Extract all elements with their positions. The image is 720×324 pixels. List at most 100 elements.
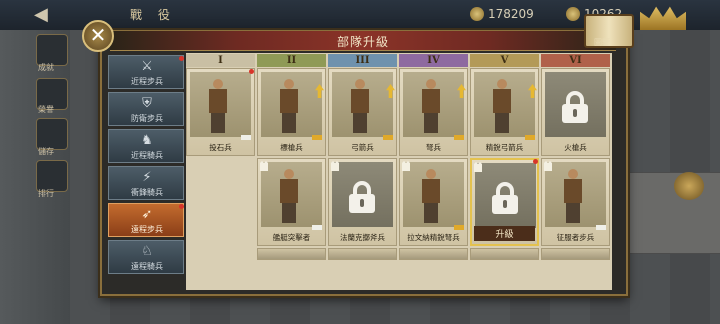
soldier-head bbox=[284, 79, 294, 89]
soldier-head bbox=[426, 169, 436, 179]
unit-card-partial[interactable] bbox=[257, 248, 326, 260]
gem-icon bbox=[566, 7, 580, 21]
side-label-honor: 榮譽 bbox=[38, 105, 54, 114]
panel-title: 部隊升級 bbox=[336, 35, 389, 49]
alert-dot bbox=[249, 69, 254, 74]
panel-header: 部隊升級 bbox=[110, 31, 616, 51]
soldier-legs bbox=[495, 113, 509, 133]
category-label: 遠程騎兵 bbox=[131, 262, 163, 271]
soldier-head bbox=[284, 169, 294, 179]
lock-body bbox=[349, 194, 375, 213]
soldier-legs bbox=[566, 203, 580, 223]
unit-card[interactable]: 征服者步兵 bbox=[541, 158, 610, 246]
unit-card[interactable]: 弩兵 bbox=[399, 68, 468, 156]
category-label: 防衛步兵 bbox=[131, 114, 163, 123]
rank-stars-icon bbox=[312, 225, 322, 230]
unit-card[interactable]: 投石兵 bbox=[186, 68, 255, 156]
soldier-head bbox=[213, 79, 223, 89]
unit-card-partial[interactable] bbox=[399, 248, 468, 260]
close-icon: ✕ bbox=[89, 23, 107, 47]
lock-body bbox=[562, 104, 588, 123]
encyclopedia-label: 圖鑒 bbox=[594, 38, 610, 47]
unit-name: 弓箭兵 bbox=[351, 143, 374, 152]
unit-card-partial[interactable] bbox=[328, 248, 397, 260]
soldier-body bbox=[209, 89, 227, 113]
lance-icon: ⚡ bbox=[142, 170, 152, 185]
lock-icon bbox=[349, 181, 375, 213]
unit-card[interactable]: 弓箭兵 bbox=[328, 68, 397, 156]
soldier-body bbox=[351, 89, 369, 113]
category-label: 近程步兵 bbox=[131, 77, 163, 86]
coin-icon bbox=[470, 7, 484, 21]
unit-name: 弩兵 bbox=[426, 143, 441, 152]
shield-icon: ⛨ bbox=[142, 96, 152, 111]
category-tab[interactable]: ⛨ 防衛步兵 bbox=[108, 92, 184, 126]
soldier-figure bbox=[420, 169, 442, 223]
side-label-ranking: 排行 bbox=[38, 189, 54, 198]
unit-card[interactable]: 火槍兵 bbox=[541, 68, 610, 156]
rank-stars-icon bbox=[525, 135, 535, 140]
soldier-legs bbox=[282, 203, 296, 223]
tier-header: V bbox=[470, 54, 539, 67]
rank-stars-icon bbox=[454, 135, 464, 140]
unit-name: 標槍兵 bbox=[280, 143, 303, 152]
tier-header: III bbox=[328, 54, 397, 67]
soldier-head bbox=[426, 79, 436, 89]
unit-name: 精銳弓箭兵 bbox=[485, 143, 524, 152]
soldier-body bbox=[280, 89, 298, 113]
lock-keyhole bbox=[503, 200, 507, 208]
category-tab[interactable]: ⚔ 近程步兵 bbox=[108, 55, 184, 89]
soldier-body bbox=[493, 89, 511, 113]
side-label-save: 儲存 bbox=[38, 147, 54, 156]
category-label: 近程騎兵 bbox=[131, 151, 163, 160]
unit-card-partial[interactable] bbox=[541, 248, 610, 260]
category-label: 遠程步兵 bbox=[131, 225, 163, 234]
back-arrow-icon[interactable]: ◀ bbox=[34, 4, 48, 25]
unit-card-partial[interactable] bbox=[470, 248, 539, 260]
tier-header: VI bbox=[541, 54, 610, 67]
soldier-figure bbox=[278, 169, 300, 223]
lock-icon bbox=[562, 91, 588, 123]
bow-icon: ➶ bbox=[141, 207, 153, 222]
soldier-body bbox=[422, 179, 440, 203]
soldier-figure bbox=[207, 79, 229, 133]
unit-card[interactable]: 法蘭克擲斧兵 bbox=[328, 158, 397, 246]
mounted-archer-icon: ♘ bbox=[141, 244, 153, 259]
helmet-icon[interactable] bbox=[674, 172, 704, 200]
unit-card[interactable]: 升級 bbox=[470, 158, 539, 246]
unit-card[interactable]: 精銳弓箭兵 bbox=[470, 68, 539, 156]
category-tab[interactable]: ➶ 遠程步兵 bbox=[108, 203, 184, 237]
close-button[interactable]: ✕ bbox=[82, 20, 114, 52]
rank-stars-icon bbox=[383, 135, 393, 140]
soldier-head bbox=[497, 79, 507, 89]
unit-name: 艦艇突擊者 bbox=[272, 233, 311, 242]
unit-name: 征服者步兵 bbox=[556, 233, 595, 242]
category-label: 衝鋒騎兵 bbox=[131, 188, 163, 197]
rank-stars-icon bbox=[241, 135, 251, 140]
alert-dot bbox=[533, 159, 538, 164]
soldier-figure bbox=[420, 79, 442, 133]
soldier-head bbox=[355, 79, 365, 89]
resource-counter-1: 178209 bbox=[470, 5, 534, 23]
lock-icon bbox=[492, 182, 518, 214]
soldier-legs bbox=[353, 113, 367, 133]
unit-card[interactable]: 拉文納精銳弩兵 bbox=[399, 158, 468, 246]
alert-dot bbox=[179, 56, 184, 61]
tier-header: II bbox=[257, 54, 326, 67]
unit-name: 火槍兵 bbox=[564, 143, 587, 152]
category-tab[interactable]: ⚡ 衝鋒騎兵 bbox=[108, 166, 184, 200]
rank-stars-icon bbox=[454, 225, 464, 230]
unit-card[interactable]: 艦艇突擊者 bbox=[257, 158, 326, 246]
soldier-figure bbox=[491, 79, 513, 133]
unit-card[interactable]: 標槍兵 bbox=[257, 68, 326, 156]
soldier-body bbox=[564, 179, 582, 203]
soldier-legs bbox=[424, 203, 438, 223]
soldier-legs bbox=[282, 113, 296, 133]
category-tab[interactable]: ♘ 遠程騎兵 bbox=[108, 240, 184, 274]
soldier-body bbox=[280, 179, 298, 203]
unit-name: 升級 bbox=[474, 226, 535, 241]
tier-header: I bbox=[186, 54, 255, 67]
soldier-head bbox=[568, 169, 578, 179]
unit-name: 拉文納精銳弩兵 bbox=[407, 233, 460, 242]
category-tab[interactable]: ♞ 近程騎兵 bbox=[108, 129, 184, 163]
